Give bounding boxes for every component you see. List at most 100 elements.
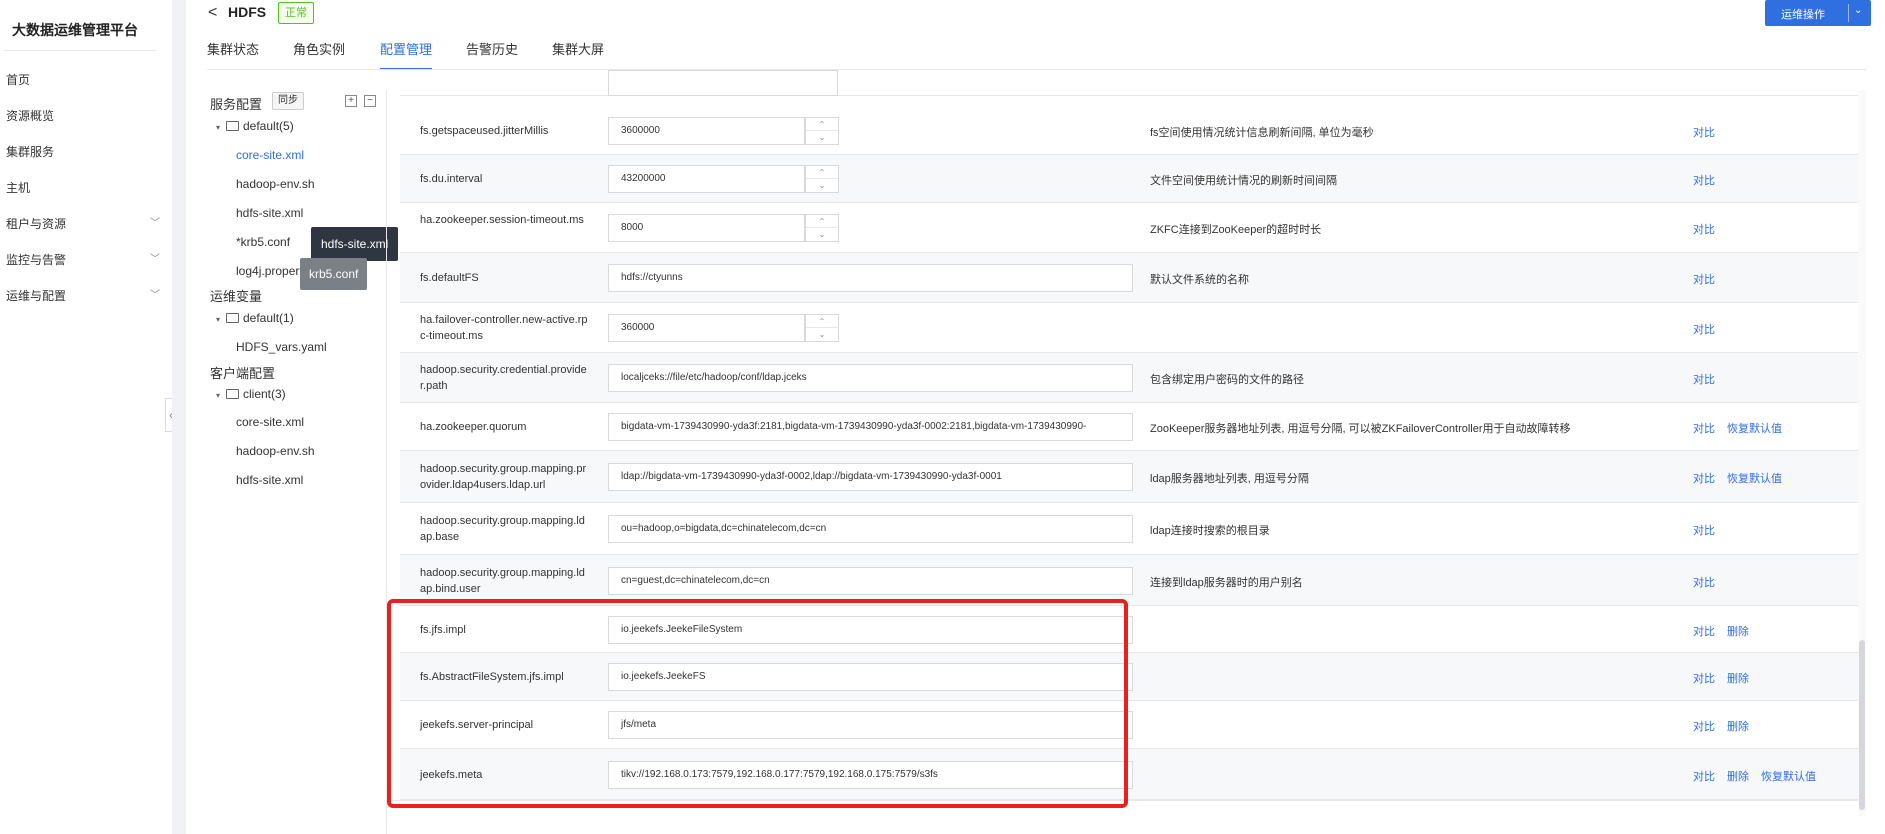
chevron-up-icon[interactable]: ⌃ xyxy=(806,166,838,179)
config-value-input[interactable]: ldap://bigdata-vm-1739430990-yda3f-0002,… xyxy=(608,463,1133,491)
compare-link[interactable]: 对比 xyxy=(1693,623,1715,639)
number-stepper[interactable]: ⌃ ⌄ xyxy=(805,314,839,342)
tree-file[interactable]: hadoop-env.sh xyxy=(236,177,315,191)
left-nav: 大数据运维管理平台 首页 资源概览 集群服务 主机 租户与资源 ﹀ 监控与告警 ﹀ 运维与配置 ﹀… xyxy=(0,0,177,834)
expand-all-icon[interactable]: + xyxy=(345,95,357,107)
tab[interactable]: 配置管理 xyxy=(380,40,433,70)
table-row: fs.getspaceused.jitterMillis 3600000 ⌃ ⌄ fs空… xyxy=(400,106,1860,155)
nav-item[interactable]: 主机 xyxy=(6,178,160,198)
config-description: 默认文件系统的名称 xyxy=(1150,274,1249,286)
chevron-down-icon[interactable]: ⌄ xyxy=(806,131,838,144)
nav-item-label: 首页 xyxy=(6,73,31,87)
config-value-input[interactable]: 8000 xyxy=(608,214,805,242)
chevron-up-icon[interactable]: ⌃ xyxy=(806,315,838,328)
compare-link[interactable]: 对比 xyxy=(1693,172,1715,188)
compare-link[interactable]: 对比 xyxy=(1693,670,1715,686)
config-value-input[interactable]: cn=guest,dc=chinatelecom,dc=cn xyxy=(608,567,1133,595)
tree-file[interactable]: *krb5.conf xyxy=(236,235,290,249)
collapse-all-icon[interactable]: − xyxy=(364,95,376,107)
chevron-down-icon[interactable]: ⌄ xyxy=(1854,5,1862,16)
table-row: ha.failover-controller.new-active.rpc-ti… xyxy=(400,303,1860,353)
compare-link[interactable]: 对比 xyxy=(1693,522,1715,538)
config-value-input[interactable]: hdfs://ctyunns xyxy=(608,264,1133,292)
config-key: hadoop.security.group.mapping.ldap.base xyxy=(420,515,585,543)
config-key: fs.AbstractFileSystem.jfs.impl xyxy=(420,671,564,683)
delete-link[interactable]: 删除 xyxy=(1727,623,1749,639)
config-value-input[interactable]: jfs/meta xyxy=(608,711,1133,739)
table-row: hadoop.security.group.mapping.provider.l… xyxy=(400,451,1860,503)
config-key: ha.zookeeper.session-timeout.ms xyxy=(420,214,584,226)
config-key: fs.du.interval xyxy=(420,173,483,185)
config-value-input[interactable]: io.jeekefs.JeekeFileSystem xyxy=(608,616,1133,644)
config-value-input[interactable]: ou=hadoop,o=bigdata,dc=chinatelecom,dc=c… xyxy=(608,515,1133,543)
caret-down-icon: ▾ xyxy=(216,391,221,400)
tree-folder-client[interactable]: ▾ client(3) xyxy=(216,387,286,401)
chevron-down-icon[interactable]: ⌄ xyxy=(806,179,838,192)
config-value-input[interactable]: 360000 xyxy=(608,314,805,342)
chevron-down-icon[interactable]: ⌄ xyxy=(806,328,838,341)
scrollbar-thumb[interactable] xyxy=(1859,640,1865,810)
sync-button[interactable]: 同步 xyxy=(272,92,304,110)
nav-item[interactable]: 集群服务 xyxy=(6,142,160,162)
config-value-input[interactable]: io.jeekefs.JeekeFS xyxy=(608,663,1133,691)
nav-item[interactable]: 监控与告警 ﹀ xyxy=(6,250,160,270)
config-value-input[interactable]: 43200000 xyxy=(608,165,805,193)
nav-item[interactable]: 运维与配置 ﹀ xyxy=(6,286,160,306)
value-input-partial[interactable] xyxy=(608,70,838,96)
table-scrollbar[interactable] xyxy=(1858,90,1866,816)
chevron-down-icon: ﹀ xyxy=(150,254,160,265)
delete-link[interactable]: 删除 xyxy=(1727,768,1749,784)
compare-link[interactable]: 对比 xyxy=(1693,221,1715,237)
table-row: ha.zookeeper.session-timeout.ms 8000 ⌃ ⌄ ZKF… xyxy=(400,203,1860,253)
chevron-up-icon[interactable]: ⌃ xyxy=(806,118,838,131)
nav-item[interactable]: 首页 xyxy=(6,70,160,90)
page-title: HDFS xyxy=(228,4,267,20)
table-row: fs.defaultFS hdfs://ctyunns 默认文件系统的名称 对比 xyxy=(400,253,1860,303)
nav-item[interactable]: 租户与资源 ﹀ xyxy=(6,214,160,234)
chevron-down-icon[interactable]: ⌄ xyxy=(806,228,838,241)
chevron-down-icon: ﹀ xyxy=(150,218,160,229)
nav-item-label: 主机 xyxy=(6,181,31,195)
tree-file[interactable]: HDFS_vars.yaml xyxy=(236,340,327,354)
config-value-input[interactable]: bigdata-vm-1739430990-yda3f:2181,bigdata… xyxy=(608,413,1133,441)
nav-item-label: 运维与配置 xyxy=(6,289,67,303)
tab[interactable]: 集群状态 xyxy=(207,40,259,70)
tree-file[interactable]: hdfs-site.xml xyxy=(236,473,303,487)
compare-link[interactable]: 对比 xyxy=(1693,271,1715,287)
tree-folder-default[interactable]: ▾ default(5) xyxy=(216,119,294,133)
compare-link[interactable]: 对比 xyxy=(1693,574,1715,590)
restore-link[interactable]: 恢复默认值 xyxy=(1761,768,1816,784)
restore-link[interactable]: 恢复默认值 xyxy=(1727,420,1782,436)
nav-item[interactable]: 资源概览 xyxy=(6,106,160,126)
tab[interactable]: 角色实例 xyxy=(293,40,345,70)
restore-link[interactable]: 恢复默认值 xyxy=(1727,470,1782,486)
tree-folder-ops-default[interactable]: ▾ default(1) xyxy=(216,311,294,325)
tree-file[interactable]: hadoop-env.sh xyxy=(236,444,315,458)
compare-link[interactable]: 对比 xyxy=(1693,420,1715,436)
ops-dropdown-button[interactable]: 运维操作 ⌄ xyxy=(1765,0,1871,26)
chevron-up-icon[interactable]: ⌃ xyxy=(806,215,838,228)
table-row: fs.AbstractFileSystem.jfs.impl io.jeekefs… xyxy=(400,653,1860,701)
tab[interactable]: 告警历史 xyxy=(466,40,518,70)
compare-link[interactable]: 对比 xyxy=(1693,768,1715,784)
config-value-input[interactable]: 3600000 xyxy=(608,117,805,145)
compare-link[interactable]: 对比 xyxy=(1693,371,1715,387)
compare-link[interactable]: 对比 xyxy=(1693,718,1715,734)
ops-vars-heading: 运维变量 xyxy=(210,289,263,304)
delete-link[interactable]: 删除 xyxy=(1727,670,1749,686)
tree-file[interactable]: hdfs-site.xml xyxy=(236,206,303,220)
tab[interactable]: 集群大屏 xyxy=(552,40,604,70)
tree-file[interactable]: core-site.xml xyxy=(236,148,304,162)
number-stepper[interactable]: ⌃ ⌄ xyxy=(805,117,839,145)
compare-link[interactable]: 对比 xyxy=(1693,470,1715,486)
config-value-input[interactable]: tikv://192.168.0.173:7579,192.168.0.177:… xyxy=(608,761,1133,789)
delete-link[interactable]: 删除 xyxy=(1727,718,1749,734)
config-value-input[interactable]: localjceks://file/etc/hadoop/conf/ldap.j… xyxy=(608,364,1133,392)
back-icon[interactable]: < xyxy=(208,4,217,22)
tree-file[interactable]: core-site.xml xyxy=(236,415,304,429)
config-key: fs.jfs.impl xyxy=(420,624,466,636)
number-stepper[interactable]: ⌃ ⌄ xyxy=(805,165,839,193)
compare-link[interactable]: 对比 xyxy=(1693,321,1715,337)
compare-link[interactable]: 对比 xyxy=(1693,124,1715,140)
number-stepper[interactable]: ⌃ ⌄ xyxy=(805,214,839,242)
